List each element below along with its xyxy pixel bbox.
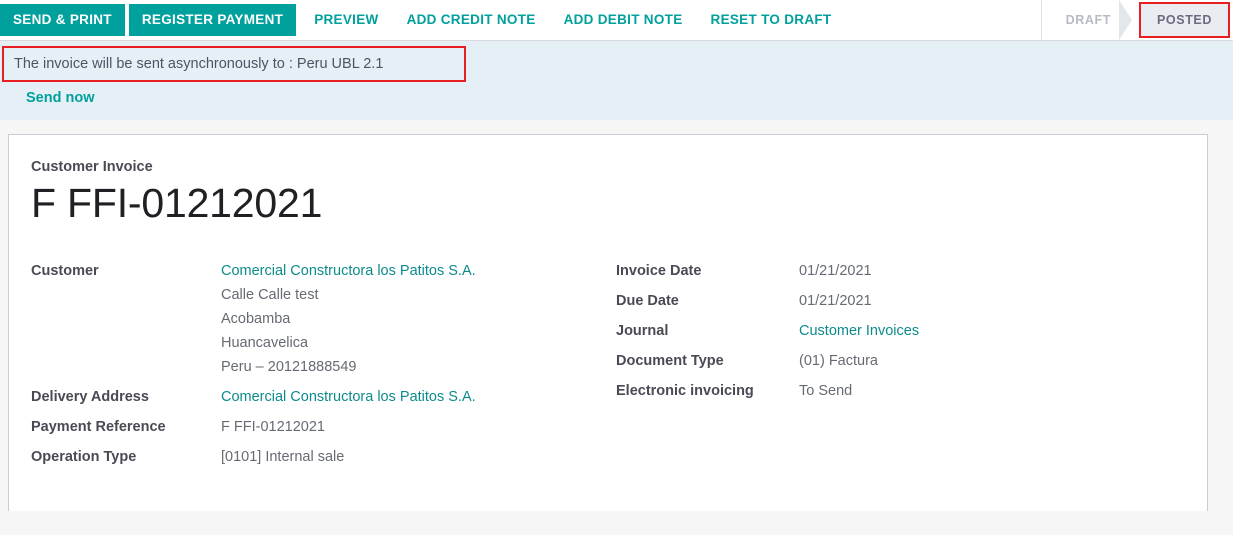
sheet-subtitle: Customer Invoice xyxy=(31,159,1177,175)
field-text-customer: Acobamba xyxy=(221,307,476,331)
sheet-background: Customer Invoice F FFI-01212021 Customer… xyxy=(0,120,1233,511)
field-text-customer: Calle Calle test xyxy=(221,283,476,307)
invoice-sheet: Customer Invoice F FFI-01212021 Customer… xyxy=(8,134,1208,511)
field-label-due-date: Due Date xyxy=(616,289,799,313)
add-credit-note-button[interactable]: ADD CREDIT NOTE xyxy=(393,4,550,36)
status-stage-label: POSTED xyxy=(1157,13,1212,27)
chevron-right-icon xyxy=(1119,0,1132,40)
field-text-invoice-date: 01/21/2021 xyxy=(799,259,872,283)
field-text-customer: Huancavelica xyxy=(221,331,476,355)
fields-left-column: CustomerComercial Constructora los Patit… xyxy=(31,259,616,475)
field-text-document-type: (01) Factura xyxy=(799,349,878,373)
field-value-delivery-address: Comercial Constructora los Patitos S.A. xyxy=(221,385,476,409)
field-row-payment-reference: Payment ReferenceF FFI-01212021 xyxy=(31,415,616,439)
action-toolbar: SEND & PRINTREGISTER PAYMENT PREVIEWADD … xyxy=(0,0,1233,41)
invoice-fields: CustomerComercial Constructora los Patit… xyxy=(31,259,1177,475)
field-value-invoice-date: 01/21/2021 xyxy=(799,259,872,283)
field-label-electronic-invoicing: Electronic invoicing xyxy=(616,379,799,403)
preview-button[interactable]: PREVIEW xyxy=(300,4,392,36)
field-row-delivery-address: Delivery AddressComercial Constructora l… xyxy=(31,385,616,409)
field-row-invoice-date: Invoice Date01/21/2021 xyxy=(616,259,1177,283)
status-stage-draft[interactable]: DRAFT xyxy=(1044,0,1131,40)
field-value-payment-reference: F FFI-01212021 xyxy=(221,415,325,439)
field-row-electronic-invoicing: Electronic invoicingTo Send xyxy=(616,379,1177,403)
reset-to-draft-button[interactable]: RESET TO DRAFT xyxy=(697,4,846,36)
status-stage-posted[interactable]: POSTED xyxy=(1139,2,1230,38)
field-text-due-date: 01/21/2021 xyxy=(799,289,872,313)
field-label-invoice-date: Invoice Date xyxy=(616,259,799,283)
add-debit-note-button[interactable]: ADD DEBIT NOTE xyxy=(550,4,697,36)
alert-message: The invoice will be sent asynchronously … xyxy=(14,56,383,72)
field-value-electronic-invoicing: To Send xyxy=(799,379,852,403)
field-text-operation-type: [0101] Internal sale xyxy=(221,445,344,469)
field-row-customer: CustomerComercial Constructora los Patit… xyxy=(31,259,616,379)
field-text-electronic-invoicing: To Send xyxy=(799,379,852,403)
field-value-due-date: 01/21/2021 xyxy=(799,289,872,313)
field-row-operation-type: Operation Type[0101] Internal sale xyxy=(31,445,616,469)
field-link-journal[interactable]: Customer Invoices xyxy=(799,319,919,343)
toolbar-link-group: PREVIEWADD CREDIT NOTEADD DEBIT NOTERESE… xyxy=(300,0,845,40)
field-value-document-type: (01) Factura xyxy=(799,349,878,373)
field-label-document-type: Document Type xyxy=(616,349,799,373)
field-text-payment-reference: F FFI-01212021 xyxy=(221,415,325,439)
edi-alert-banner: The invoice will be sent asynchronously … xyxy=(0,41,1233,120)
toolbar-spacer xyxy=(845,0,1040,40)
field-link-customer[interactable]: Comercial Constructora los Patitos S.A. xyxy=(221,259,476,283)
field-label-operation-type: Operation Type xyxy=(31,445,221,469)
status-stage-label: DRAFT xyxy=(1066,13,1111,27)
field-row-journal: JournalCustomer Invoices xyxy=(616,319,1177,343)
field-value-customer: Comercial Constructora los Patitos S.A.C… xyxy=(221,259,476,379)
alert-message-box: The invoice will be sent asynchronously … xyxy=(2,46,466,82)
send-now-link[interactable]: Send now xyxy=(26,90,1233,106)
field-value-journal: Customer Invoices xyxy=(799,319,919,343)
toolbar-button-group: SEND & PRINTREGISTER PAYMENT xyxy=(0,0,300,40)
field-row-due-date: Due Date01/21/2021 xyxy=(616,289,1177,313)
send-and-print-button[interactable]: SEND & PRINT xyxy=(0,4,125,36)
field-label-journal: Journal xyxy=(616,319,799,343)
field-row-document-type: Document Type(01) Factura xyxy=(616,349,1177,373)
fields-right-column: Invoice Date01/21/2021Due Date01/21/2021… xyxy=(616,259,1177,409)
field-text-customer: Peru – 20121888549 xyxy=(221,355,476,379)
status-breadcrumb: DRAFT POSTED xyxy=(1041,0,1233,40)
invoice-number-title: F FFI-01212021 xyxy=(31,181,1177,225)
field-link-delivery-address[interactable]: Comercial Constructora los Patitos S.A. xyxy=(221,385,476,409)
field-label-payment-reference: Payment Reference xyxy=(31,415,221,439)
register-payment-button[interactable]: REGISTER PAYMENT xyxy=(129,4,296,36)
field-label-delivery-address: Delivery Address xyxy=(31,385,221,409)
field-value-operation-type: [0101] Internal sale xyxy=(221,445,344,469)
field-label-customer: Customer xyxy=(31,259,221,283)
